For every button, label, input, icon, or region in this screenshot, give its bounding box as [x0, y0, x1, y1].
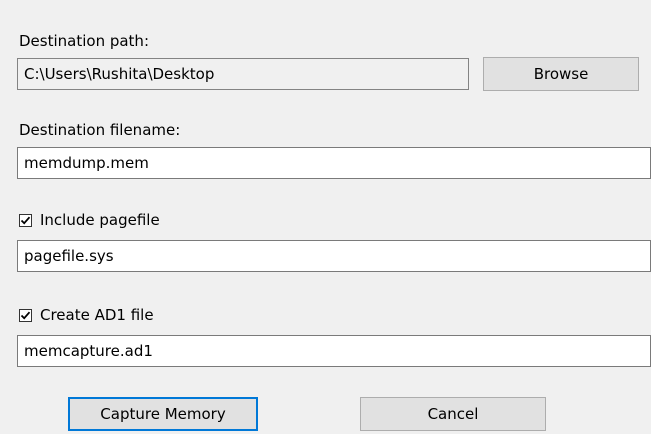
create-ad1-option[interactable]: Create AD1 file: [19, 305, 154, 325]
destination-filename-field[interactable]: memdump.mem: [17, 147, 651, 179]
include-pagefile-option[interactable]: Include pagefile: [19, 210, 160, 230]
create-ad1-label: Create AD1 file: [40, 306, 154, 324]
pagefile-field[interactable]: pagefile.sys: [17, 240, 651, 272]
checkmark-icon: [20, 311, 31, 320]
create-ad1-checkbox[interactable]: [19, 308, 32, 322]
cancel-button[interactable]: Cancel: [360, 397, 546, 431]
include-pagefile-label: Include pagefile: [40, 211, 160, 229]
capture-memory-button[interactable]: Capture Memory: [68, 397, 258, 431]
destination-filename-label: Destination filename:: [19, 121, 181, 139]
include-pagefile-checkbox[interactable]: [19, 213, 32, 227]
destination-path-field[interactable]: C:\Users\Rushita\Desktop: [17, 58, 469, 90]
ad1-filename-field[interactable]: memcapture.ad1: [17, 335, 651, 367]
browse-button[interactable]: Browse: [483, 57, 639, 91]
checkmark-icon: [20, 216, 31, 225]
capture-memory-dialog: Destination path: C:\Users\Rushita\Deskt…: [0, 0, 651, 434]
destination-path-label: Destination path:: [19, 32, 149, 50]
